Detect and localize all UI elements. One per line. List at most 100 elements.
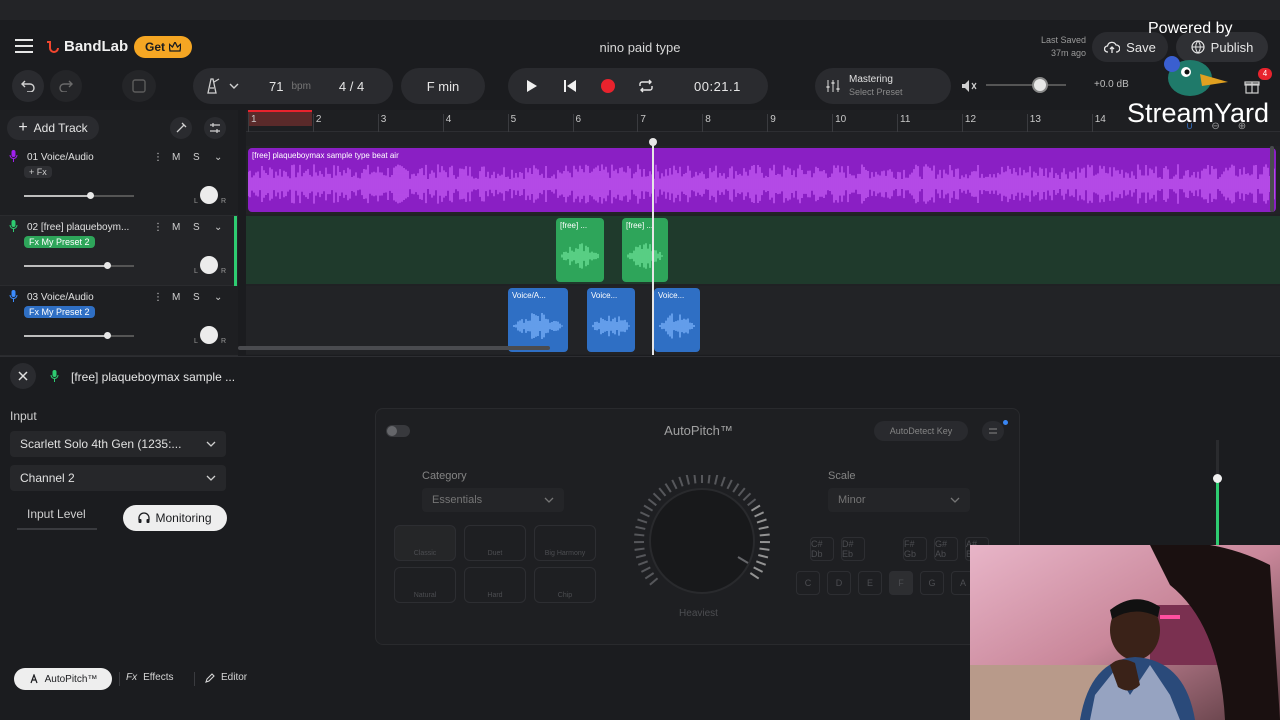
mute-button[interactable]: M <box>172 152 180 163</box>
key-g[interactable]: G <box>920 571 944 595</box>
pan-knob[interactable] <box>200 326 218 344</box>
solo-button[interactable]: S <box>193 152 200 163</box>
add-fx-button[interactable]: + Fx <box>24 166 52 178</box>
track-volume-knob[interactable] <box>103 262 111 269</box>
solo-button[interactable]: S <box>193 222 200 233</box>
knob-tick <box>658 487 667 497</box>
track-menu-icon[interactable]: ⋮ <box>153 222 163 233</box>
scale-select[interactable]: Minor <box>828 488 970 512</box>
horizontal-scrollbar[interactable] <box>238 346 550 350</box>
record-button[interactable] <box>588 68 628 104</box>
last-saved-label: Last Saved <box>1040 35 1086 45</box>
tab-effects[interactable]: Fx Effects <box>126 672 174 683</box>
track-row-01[interactable]: 01 Voice/Audio ⋮ M S ⌄ + Fx L R <box>0 146 238 216</box>
bandlab-logo[interactable]: BandLab <box>44 38 128 55</box>
key-selector[interactable]: F min <box>401 68 485 104</box>
track-row-02[interactable]: 02 [free] plaqueboym... ⋮ M S ⌄ Fx My Pr… <box>0 216 238 286</box>
fx-preset-badge[interactable]: Fx My Preset 2 <box>24 306 95 318</box>
style-big-harmony[interactable]: Big Harmony <box>534 525 596 561</box>
redo-button[interactable] <box>50 70 82 102</box>
playhead-handle[interactable] <box>649 138 657 146</box>
track-volume-knob[interactable] <box>87 192 94 199</box>
expand-chevron-icon[interactable]: ⌄ <box>214 292 222 303</box>
style-natural[interactable]: Natural <box>394 567 456 603</box>
style-duet[interactable]: Duet <box>464 525 526 561</box>
key-c-sharp[interactable]: C# Db <box>810 537 834 561</box>
track-row-03[interactable]: 03 Voice/Audio ⋮ M S ⌄ Fx My Preset 2 L … <box>0 286 238 356</box>
hamburger-menu-icon[interactable] <box>14 38 34 54</box>
audio-clip[interactable]: Voice... <box>654 288 700 352</box>
loop-region-marker[interactable] <box>248 110 312 126</box>
magnet-icon[interactable]: ∪ <box>1186 121 1193 135</box>
tempo-control: 71 bpm 4 / 4 <box>193 68 393 104</box>
add-track-button[interactable]: + Add Track <box>7 116 99 140</box>
intensity-knob[interactable] <box>629 475 775 607</box>
pan-knob[interactable] <box>200 186 218 204</box>
zoom-in-icon[interactable]: ⊕ <box>1238 121 1246 135</box>
key-f-sharp[interactable]: F# Gb <box>903 537 927 561</box>
track-menu-icon[interactable]: ⋮ <box>153 152 163 163</box>
audio-clip[interactable]: [free] ... <box>622 218 668 282</box>
close-panel-button[interactable] <box>10 363 36 389</box>
playhead[interactable] <box>652 140 654 355</box>
chevron-down-icon[interactable] <box>229 83 239 89</box>
tab-autopitch[interactable]: AutoPitch™ <box>14 668 112 690</box>
key-g-sharp[interactable]: G# Ab <box>934 537 958 561</box>
output-gain-knob[interactable] <box>1213 474 1222 483</box>
key-e[interactable]: E <box>858 571 882 595</box>
audio-clip[interactable]: [free] ... <box>556 218 604 282</box>
bpm-value[interactable]: 71 <box>269 79 283 94</box>
vertical-scrollbar[interactable] <box>1270 146 1274 212</box>
undo-button[interactable] <box>12 70 44 102</box>
audio-clip[interactable]: Voice... <box>587 288 635 352</box>
pan-knob[interactable] <box>200 256 218 274</box>
expand-chevron-icon[interactable]: ⌄ <box>214 152 222 163</box>
get-membership-button[interactable]: Get <box>134 36 192 58</box>
speaker-icon[interactable] <box>960 77 978 95</box>
zoom-out-icon[interactable]: ⊖ <box>1211 121 1219 135</box>
track-settings-icon[interactable] <box>204 117 226 139</box>
input-device-select[interactable]: Scarlett Solo 4th Gen (1235:... <box>10 431 226 457</box>
lane-track-03[interactable]: Voice/A... Voice... Voice... <box>246 286 1280 354</box>
expand-chevron-icon[interactable]: ⌄ <box>214 222 222 233</box>
mastering-button[interactable]: Mastering Select Preset <box>815 68 951 104</box>
audio-clip[interactable]: Voice/A... <box>508 288 568 352</box>
style-chip[interactable]: Chip <box>534 567 596 603</box>
metronome-icon[interactable] <box>203 78 221 94</box>
master-volume-knob[interactable] <box>1032 77 1048 93</box>
style-hard[interactable]: Hard <box>464 567 526 603</box>
timeline-ruler[interactable]: 1 2 3 4 5 6 7 8 9 10 11 12 13 14 <box>246 110 1280 132</box>
fx-preset-badge[interactable]: Fx My Preset 2 <box>24 236 95 248</box>
master-volume-slider[interactable] <box>986 84 1066 86</box>
autodetect-key-button[interactable]: AutoDetect Key <box>874 421 968 441</box>
loop-button[interactable] <box>628 68 664 104</box>
track-name[interactable]: 01 Voice/Audio <box>27 152 94 163</box>
category-select[interactable]: Essentials <box>422 488 564 512</box>
channel-select[interactable]: Channel 2 <box>10 465 226 491</box>
tab-editor[interactable]: Editor <box>205 672 247 683</box>
key-d-sharp[interactable]: D# Eb <box>841 537 865 561</box>
lane-track-01[interactable]: [free] plaqueboymax sample type beat air <box>246 146 1280 214</box>
track-menu-icon[interactable]: ⋮ <box>153 292 163 303</box>
loop-region-button[interactable] <box>122 70 156 102</box>
track-volume-knob[interactable] <box>103 332 111 339</box>
audio-clip[interactable]: [free] plaqueboymax sample type beat air <box>248 148 1276 212</box>
key-f[interactable]: F <box>889 571 913 595</box>
style-classic[interactable]: Classic <box>394 525 456 561</box>
track-name[interactable]: 02 [free] plaqueboym... <box>27 222 129 233</box>
project-title[interactable]: nino paid type <box>540 40 740 55</box>
track-volume-fill <box>24 195 90 197</box>
track-name[interactable]: 03 Voice/Audio <box>27 292 94 303</box>
mute-button[interactable]: M <box>172 292 180 303</box>
mute-button[interactable]: M <box>172 222 180 233</box>
key-c[interactable]: C <box>796 571 820 595</box>
key-d[interactable]: D <box>827 571 851 595</box>
lane-track-02[interactable]: [free] ... [free] ... <box>246 216 1280 284</box>
monitoring-button[interactable]: Monitoring <box>123 505 227 531</box>
autopitch-settings-icon[interactable] <box>982 421 1004 441</box>
skip-to-start-button[interactable] <box>552 68 588 104</box>
play-button[interactable] <box>512 68 552 104</box>
time-signature[interactable]: 4 / 4 <box>339 79 364 94</box>
tuner-icon[interactable] <box>170 117 192 139</box>
solo-button[interactable]: S <box>193 292 200 303</box>
